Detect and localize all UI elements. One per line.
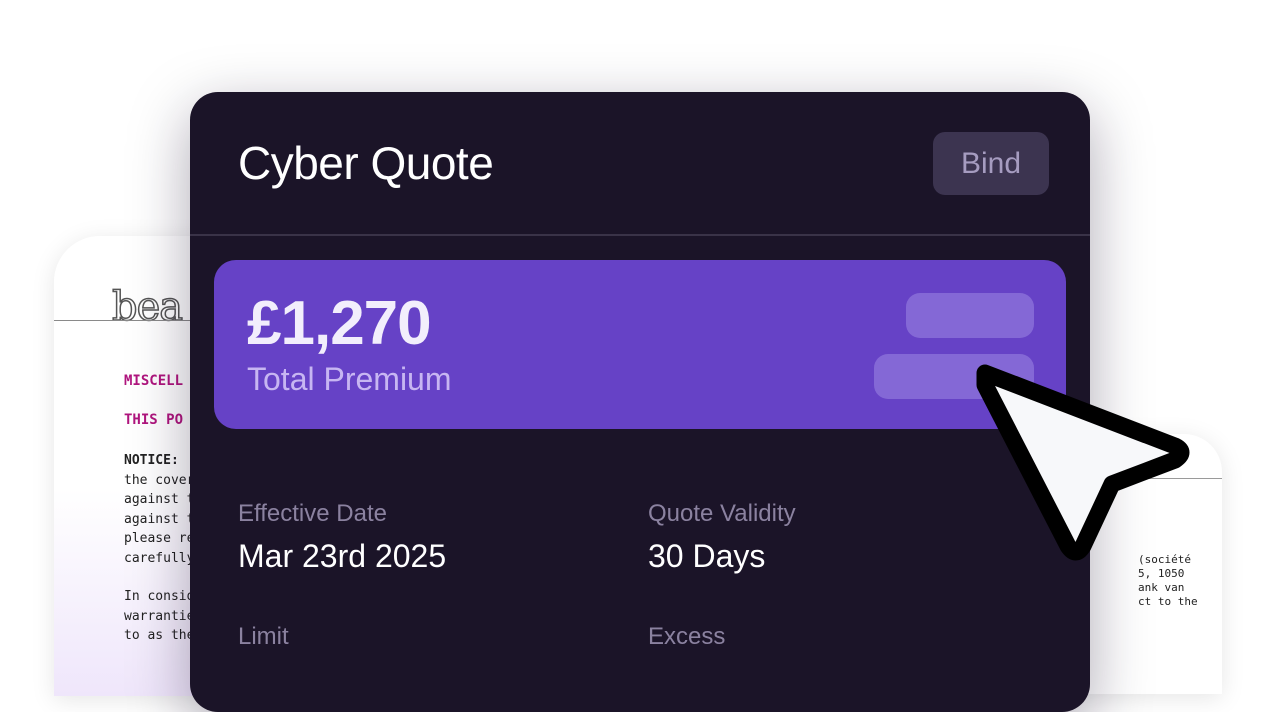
premium-label: Total Premium	[247, 361, 452, 397]
placeholder-pill	[874, 354, 1034, 399]
document-logo: bea	[111, 283, 184, 331]
bind-button[interactable]: Bind	[933, 132, 1049, 195]
excess-label: Excess	[648, 623, 726, 650]
effective-date-label: Effective Date	[238, 500, 387, 527]
document-paragraph: (société 5, 1050 ank van ct to the	[1138, 553, 1222, 609]
document-subheading: THIS PO	[124, 412, 184, 428]
document-text-line: 5, 1050	[1138, 567, 1185, 580]
quote-title: Cyber Quote	[238, 137, 494, 189]
limit-label: Limit	[238, 623, 289, 650]
premium-amount: £1,270	[247, 289, 432, 358]
premium-panel: £1,270 Total Premium	[214, 260, 1066, 429]
document-text-line: (société	[1138, 553, 1191, 566]
document-text-line: ank van	[1138, 581, 1185, 594]
placeholder-pill	[906, 293, 1034, 338]
quote-validity-label: Quote Validity	[648, 500, 796, 527]
document-text-line: ct to the	[1138, 595, 1198, 608]
quote-validity-value: 30 Days	[648, 538, 766, 574]
header-divider	[190, 234, 1090, 236]
document-heading: MISCELL	[124, 373, 184, 389]
quote-card: Cyber Quote Bind £1,270 Total Premium Ef…	[190, 92, 1090, 712]
effective-date-value: Mar 23rd 2025	[238, 538, 447, 574]
